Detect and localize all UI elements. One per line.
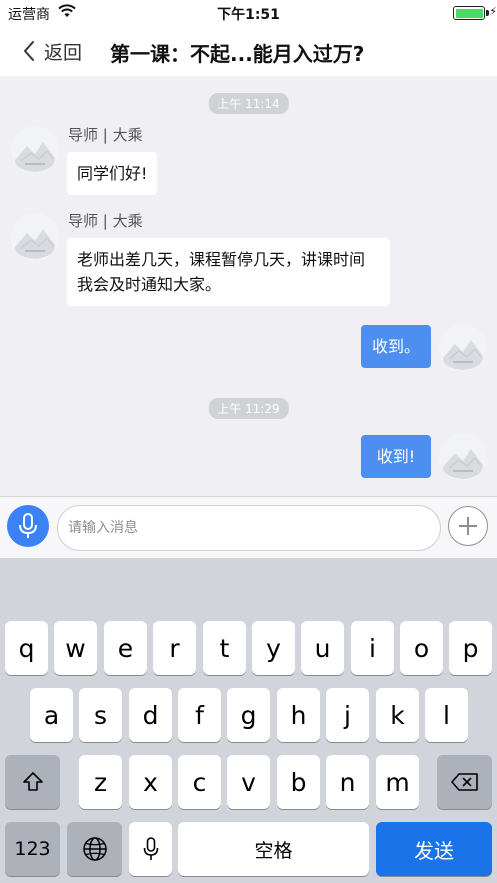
keyboard: q w e r t y u i o p a s d f g h j k l z … <box>0 558 497 883</box>
backspace-icon <box>450 773 478 791</box>
shift-key[interactable] <box>5 755 60 809</box>
mentor-avatar-icon <box>11 126 59 174</box>
message-line: 我会及时通知大家。 <box>77 275 222 294</box>
incoming-message[interactable]: 老师出差几天，课程暂停几天，讲课时间 我会及时通知大家。 <box>67 238 390 306</box>
key-z[interactable]: z <box>79 755 122 809</box>
key-g[interactable]: g <box>227 688 270 742</box>
voice-input-button[interactable] <box>7 505 49 547</box>
message-input[interactable] <box>57 505 441 551</box>
sender-name: 导师 | 大乘 <box>68 212 143 230</box>
key-a[interactable]: a <box>30 688 73 742</box>
page-title: 第一课：不起...能月入过万? <box>110 42 365 66</box>
sender-name: 导师 | 大乘 <box>68 126 143 144</box>
chat-area[interactable]: 上午 11:14 导师 | 大乘 同学们好! 导师 | 大乘 老师出差几天，课程… <box>0 76 497 496</box>
key-n[interactable]: n <box>326 755 369 809</box>
status-time: 下午1:51 <box>217 7 280 23</box>
key-u[interactable]: u <box>301 621 344 675</box>
outgoing-message[interactable]: 收到! <box>361 435 431 478</box>
microphone-icon <box>143 837 158 860</box>
key-w[interactable]: w <box>54 621 97 675</box>
time-divider: 上午 11:14 <box>208 93 289 114</box>
key-l[interactable]: l <box>425 688 468 742</box>
key-t[interactable]: t <box>203 621 246 675</box>
key-y[interactable]: y <box>252 621 295 675</box>
key-p[interactable]: p <box>449 621 492 675</box>
numbers-key[interactable]: 123 <box>5 822 60 876</box>
user-avatar-icon <box>439 324 487 372</box>
input-bar <box>0 496 497 558</box>
nav-bar: 返回 第一课：不起...能月入过万? <box>0 26 497 76</box>
globe-key[interactable] <box>67 822 122 876</box>
key-h[interactable]: h <box>277 688 320 742</box>
more-options-button[interactable] <box>448 506 488 546</box>
outgoing-message[interactable]: 收到。 <box>361 325 431 368</box>
backspace-key[interactable] <box>437 755 492 809</box>
key-q[interactable]: q <box>5 621 48 675</box>
user-avatar-icon <box>439 433 487 481</box>
avatar[interactable] <box>11 126 59 174</box>
key-b[interactable]: b <box>277 755 320 809</box>
key-s[interactable]: s <box>79 688 122 742</box>
avatar[interactable] <box>11 213 59 261</box>
message-line: 老师出差几天，课程暂停几天，讲课时间 <box>77 250 366 269</box>
key-c[interactable]: c <box>178 755 221 809</box>
key-v[interactable]: v <box>227 755 270 809</box>
battery-icon <box>453 6 489 20</box>
back-label: 返回 <box>44 41 83 64</box>
key-e[interactable]: e <box>104 621 147 675</box>
back-button[interactable]: 返回 <box>22 36 82 66</box>
send-key[interactable]: 发送 <box>376 822 492 876</box>
space-key[interactable]: 空格 <box>178 822 369 876</box>
key-m[interactable]: m <box>376 755 419 809</box>
dictation-key[interactable] <box>129 822 172 876</box>
key-f[interactable]: f <box>178 688 221 742</box>
key-x[interactable]: x <box>129 755 172 809</box>
key-r[interactable]: r <box>153 621 196 675</box>
avatar[interactable] <box>439 433 487 481</box>
status-bar: 运营商 下午1:51 ⚡ <box>0 0 497 26</box>
key-d[interactable]: d <box>129 688 172 742</box>
microphone-icon <box>19 513 37 538</box>
key-j[interactable]: j <box>326 688 369 742</box>
mentor-avatar-icon <box>11 213 59 261</box>
plus-icon <box>459 517 477 535</box>
shift-icon <box>22 772 43 791</box>
charging-icon: ⚡ <box>489 5 497 18</box>
time-divider: 上午 11:29 <box>208 398 289 419</box>
globe-icon <box>82 837 107 861</box>
avatar[interactable] <box>439 324 487 372</box>
key-o[interactable]: o <box>400 621 443 675</box>
incoming-message[interactable]: 同学们好! <box>67 152 158 195</box>
key-i[interactable]: i <box>351 621 394 675</box>
key-k[interactable]: k <box>376 688 419 742</box>
chevron-left-icon <box>24 41 34 61</box>
